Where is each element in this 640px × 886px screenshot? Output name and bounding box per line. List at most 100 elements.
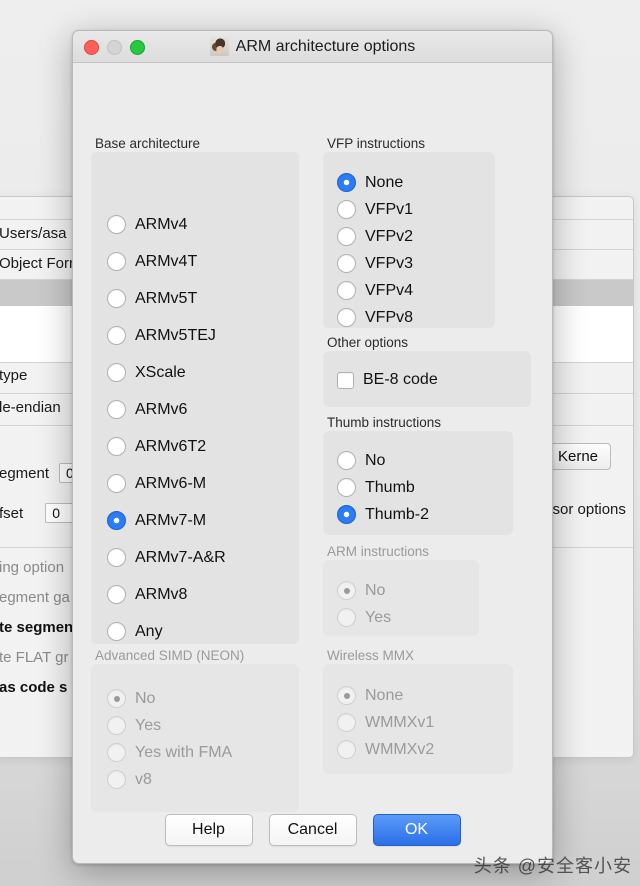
radio-indicator [107, 215, 126, 234]
group-label-vfp-instructions: VFP instructions [327, 136, 425, 151]
radio-label: WMMXv1 [365, 714, 434, 732]
group-box-advanced-simd [91, 664, 299, 812]
arm-architecture-options-dialog: ARM architecture options Base architectu… [72, 30, 553, 864]
radio-indicator [107, 585, 126, 604]
radio-simd-no: No [107, 689, 155, 708]
radio-label: ARMv6T2 [135, 438, 206, 456]
radio-label: ARMv6 [135, 401, 187, 419]
radio-label: Any [135, 623, 163, 641]
radio-label: Thumb [365, 479, 415, 497]
radio-indicator [107, 716, 126, 735]
watermark: 头条 @安全客小安 [474, 852, 632, 878]
radio-label: VFPv3 [365, 255, 413, 273]
radio-label: No [135, 690, 155, 708]
radio-label: Yes [365, 609, 391, 627]
minimize-icon[interactable] [107, 40, 122, 55]
checkbox-indicator [337, 372, 354, 389]
radio-indicator [337, 608, 356, 627]
dialog-buttons: Help Cancel OK [73, 814, 552, 846]
radio-indicator [107, 289, 126, 308]
radio-indicator-selected [107, 689, 126, 708]
radio-indicator-selected [337, 505, 356, 524]
radio-indicator-selected [337, 686, 356, 705]
radio-armv6[interactable]: ARMv6 [107, 400, 187, 419]
radio-vfpv4[interactable]: VFPv4 [337, 281, 413, 300]
radio-indicator [107, 622, 126, 641]
cancel-button[interactable]: Cancel [269, 814, 357, 846]
radio-arm-no: No [337, 581, 385, 600]
radio-indicator [337, 713, 356, 732]
radio-armv5tej[interactable]: ARMv5TEJ [107, 326, 216, 345]
radio-armv6-m[interactable]: ARMv6-M [107, 474, 206, 493]
radio-indicator [107, 474, 126, 493]
radio-label: VFPv1 [365, 201, 413, 219]
radio-xscale[interactable]: XScale [107, 363, 186, 382]
radio-armv4t[interactable]: ARMv4T [107, 252, 197, 271]
radio-thumb-2[interactable]: Thumb-2 [337, 505, 429, 524]
dialog-title: ARM architecture options [236, 38, 416, 56]
radio-indicator [107, 770, 126, 789]
radio-armv4[interactable]: ARMv4 [107, 215, 187, 234]
radio-armv8[interactable]: ARMv8 [107, 585, 187, 604]
radio-thumb-no[interactable]: No [337, 451, 385, 470]
group-label-other-options: Other options [327, 335, 408, 350]
bg-label-offset: fset [0, 505, 23, 522]
dialog-title-wrap: ARM architecture options [210, 37, 416, 56]
radio-wmmx-none: None [337, 686, 403, 705]
user-avatar-photo-icon [210, 37, 229, 56]
radio-simd-yes-with-fma: Yes with FMA [107, 743, 232, 762]
radio-label: v8 [135, 771, 152, 789]
radio-arm-yes: Yes [337, 608, 391, 627]
radio-indicator [337, 281, 356, 300]
radio-label: ARMv8 [135, 586, 187, 604]
radio-simd-yes: Yes [107, 716, 161, 735]
radio-armv7-m[interactable]: ARMv7-M [107, 511, 206, 530]
checkbox-label: BE-8 code [363, 371, 438, 389]
radio-indicator-selected [337, 173, 356, 192]
dialog-titlebar: ARM architecture options [73, 31, 552, 63]
radio-armv6t2[interactable]: ARMv6T2 [107, 437, 206, 456]
zoom-icon[interactable] [130, 40, 145, 55]
radio-indicator [337, 200, 356, 219]
radio-label: Thumb-2 [365, 506, 429, 524]
bg-processor-options-label: ssor options [539, 501, 634, 518]
radio-wmmxv2: WMMXv2 [337, 740, 434, 759]
radio-thumb[interactable]: Thumb [337, 478, 415, 497]
radio-vfpv3[interactable]: VFPv3 [337, 254, 413, 273]
radio-label: VFPv2 [365, 228, 413, 246]
group-label-arm-instructions: ARM instructions [327, 544, 429, 559]
radio-label: VFPv8 [365, 309, 413, 327]
radio-armv5t[interactable]: ARMv5T [107, 289, 197, 308]
dialog-body: Base architecture ARMv4 ARMv4T ARMv5T AR… [73, 63, 552, 863]
radio-any[interactable]: Any [107, 622, 163, 641]
radio-label: ARMv7-A&R [135, 549, 226, 567]
radio-label: VFPv4 [365, 282, 413, 300]
radio-label: ARMv4 [135, 216, 187, 234]
radio-armv7-a-and-r[interactable]: ARMv7-A&R [107, 548, 226, 567]
radio-label: ARMv6-M [135, 475, 206, 493]
radio-indicator [337, 478, 356, 497]
bg-kernel-button[interactable]: Kerne [545, 443, 611, 470]
radio-indicator-selected [107, 511, 126, 530]
radio-indicator [107, 400, 126, 419]
radio-label: Yes [135, 717, 161, 735]
radio-label: ARMv5TEJ [135, 327, 216, 345]
radio-label: ARMv7-M [135, 512, 206, 530]
close-icon[interactable] [84, 40, 99, 55]
radio-vfpv2[interactable]: VFPv2 [337, 227, 413, 246]
radio-indicator [107, 363, 126, 382]
checkbox-be8-code[interactable]: BE-8 code [337, 371, 438, 389]
radio-indicator-selected [337, 581, 356, 600]
radio-vfpv1[interactable]: VFPv1 [337, 200, 413, 219]
radio-simd-v8: v8 [107, 770, 152, 789]
ok-button[interactable]: OK [373, 814, 461, 846]
bg-label-segment: egment [0, 465, 49, 482]
help-button[interactable]: Help [165, 814, 253, 846]
radio-indicator [337, 308, 356, 327]
radio-indicator [337, 227, 356, 246]
radio-indicator [337, 740, 356, 759]
radio-vfp-none[interactable]: None [337, 173, 403, 192]
radio-vfpv8[interactable]: VFPv8 [337, 308, 413, 327]
radio-label: None [365, 687, 403, 705]
radio-label: XScale [135, 364, 186, 382]
